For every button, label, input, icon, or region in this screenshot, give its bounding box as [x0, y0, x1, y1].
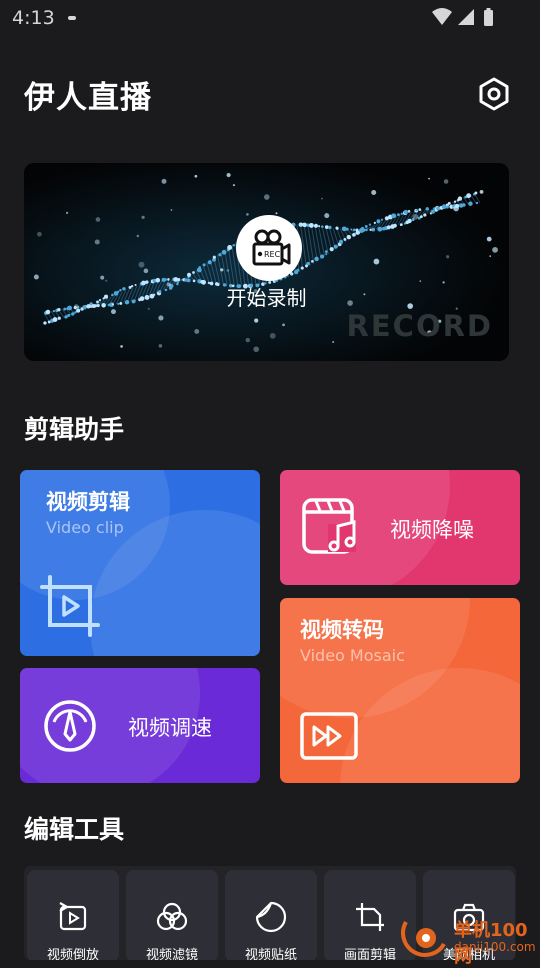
video-clip-subtitle: Video clip — [46, 518, 124, 537]
speedometer-icon — [42, 698, 98, 754]
tool-label: 视频贴纸 — [225, 944, 317, 960]
tool-sticker[interactable]: 视频贴纸 — [225, 870, 317, 960]
site-watermark: 单机100网 danji100.com — [392, 914, 540, 960]
rewind-icon — [57, 901, 89, 933]
video-transcode-title: 视频转码 — [300, 614, 384, 644]
record-watermark: RECORD — [347, 309, 493, 343]
page-title: 伊人直播 — [24, 72, 152, 117]
filter-icon — [156, 901, 188, 933]
watermark-url: danji100.com — [454, 940, 536, 954]
section-title-tools: 编辑工具 — [24, 810, 124, 846]
record-button[interactable]: REC — [236, 215, 302, 281]
music-film-icon — [302, 498, 360, 556]
video-denoise-title: 视频降噪 — [390, 514, 474, 544]
site-logo-icon — [392, 914, 452, 960]
crop-play-icon — [40, 575, 102, 637]
section-title-assistant: 剪辑助手 — [24, 410, 124, 446]
video-clip-card[interactable]: 视频剪辑 Video clip — [20, 470, 260, 656]
crop-icon — [354, 901, 386, 933]
rec-badge: REC — [264, 250, 281, 259]
notification-icon — [68, 16, 76, 20]
start-record-banner[interactable]: RECORD REC 开始录制 — [24, 163, 509, 361]
sticker-icon — [255, 901, 287, 933]
tool-label: 视频倒放 — [27, 944, 119, 960]
video-transcode-subtitle: Video Mosaic — [300, 646, 405, 665]
settings-icon[interactable] — [476, 76, 512, 112]
signal-icon — [458, 9, 474, 25]
wifi-icon — [432, 8, 452, 25]
status-bar: 4:13 — [0, 0, 540, 36]
video-clip-title: 视频剪辑 — [46, 486, 130, 516]
video-denoise-card[interactable]: 视频降噪 — [280, 470, 520, 585]
video-speed-card[interactable]: 视频调速 — [20, 668, 260, 783]
tool-filter[interactable]: 视频滤镜 — [126, 870, 218, 960]
video-transcode-card[interactable]: 视频转码 Video Mosaic — [280, 598, 520, 783]
battery-icon — [484, 10, 493, 26]
video-speed-title: 视频调速 — [128, 712, 212, 742]
tool-label: 视频滤镜 — [126, 944, 218, 960]
tool-rewind[interactable]: 视频倒放 — [27, 870, 119, 960]
system-icons — [430, 6, 500, 30]
fast-forward-icon — [300, 712, 360, 762]
video-camera-icon: REC — [236, 215, 302, 281]
record-label: 开始录制 — [24, 282, 509, 311]
status-time: 4:13 — [12, 7, 55, 29]
